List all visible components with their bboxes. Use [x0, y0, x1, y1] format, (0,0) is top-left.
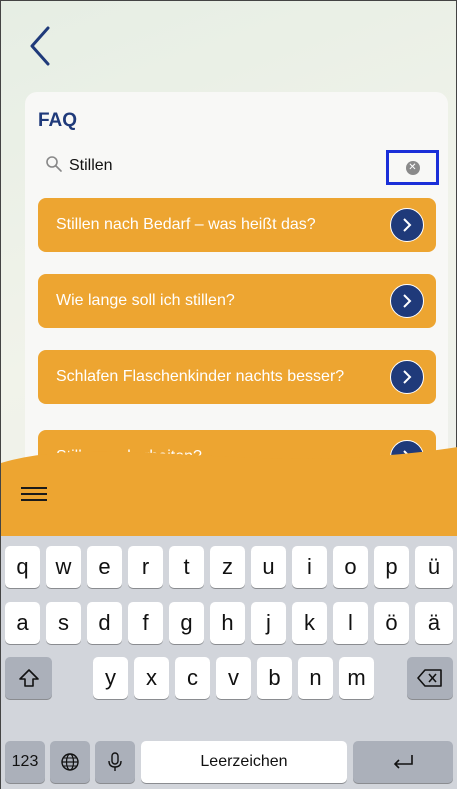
faq-title: FAQ [38, 110, 78, 131]
faq-item[interactable]: Schlafen Flaschenkinder nachts besser? [38, 350, 436, 404]
key-c[interactable]: c [175, 657, 210, 699]
faq-item-label: Schlafen Flaschenkinder nachts besser? [56, 368, 345, 385]
backspace-key[interactable] [407, 657, 453, 699]
key-w[interactable]: w [46, 546, 81, 588]
hamburger-menu-icon [21, 487, 47, 489]
faq-item[interactable]: Stillen nach Bedarf – was heißt das? [38, 198, 436, 252]
menu-button[interactable] [21, 483, 47, 503]
key-h[interactable]: h [210, 602, 245, 644]
key-ue[interactable]: ü [415, 546, 453, 588]
search-icon [46, 156, 62, 172]
globe-key[interactable] [50, 741, 90, 783]
key-s[interactable]: s [46, 602, 81, 644]
key-n[interactable]: n [298, 657, 333, 699]
bottom-wave-bar [1, 447, 457, 541]
return-icon [393, 755, 413, 769]
clear-search-button[interactable]: ✕ [386, 150, 439, 185]
chevron-right-icon [390, 284, 424, 318]
key-p[interactable]: p [374, 546, 409, 588]
key-z[interactable]: z [210, 546, 245, 588]
key-k[interactable]: k [292, 602, 327, 644]
key-q[interactable]: q [5, 546, 40, 588]
key-u[interactable]: u [251, 546, 286, 588]
microphone-icon [108, 752, 122, 771]
key-ae[interactable]: ä [415, 602, 453, 644]
key-oe[interactable]: ö [374, 602, 409, 644]
key-r[interactable]: r [128, 546, 163, 588]
search-bar: ✕ [25, 150, 448, 185]
key-f[interactable]: f [128, 602, 163, 644]
clear-icon: ✕ [405, 160, 420, 175]
numbers-key[interactable]: 123 [5, 741, 45, 783]
globe-icon [61, 753, 79, 771]
key-o[interactable]: o [333, 546, 368, 588]
key-v[interactable]: v [216, 657, 251, 699]
key-e[interactable]: e [87, 546, 122, 588]
shift-icon [18, 669, 39, 687]
microphone-key[interactable] [95, 741, 135, 783]
chevron-right-icon [390, 208, 424, 242]
key-t[interactable]: t [169, 546, 204, 588]
space-key[interactable]: Leerzeichen [141, 741, 347, 783]
chevron-right-icon [390, 360, 424, 394]
key-g[interactable]: g [169, 602, 204, 644]
faq-item-label: Wie lange soll ich stillen? [56, 292, 235, 309]
on-screen-keyboard: q w e r t z u i o p ü a s d f g h j k l … [1, 536, 457, 789]
key-m[interactable]: m [339, 657, 374, 699]
faq-item[interactable]: Wie lange soll ich stillen? [38, 274, 436, 328]
backspace-icon [417, 669, 442, 687]
key-b[interactable]: b [257, 657, 292, 699]
faq-item-label: Stillen nach Bedarf – was heißt das? [56, 216, 316, 233]
key-y[interactable]: y [93, 657, 128, 699]
return-key[interactable] [353, 741, 453, 783]
shift-key[interactable] [5, 657, 52, 699]
search-input[interactable] [69, 153, 379, 179]
chevron-left-icon [30, 26, 50, 66]
key-d[interactable]: d [87, 602, 122, 644]
hamburger-line [21, 493, 47, 495]
key-a[interactable]: a [5, 602, 40, 644]
key-x[interactable]: x [134, 657, 169, 699]
key-j[interactable]: j [251, 602, 286, 644]
hamburger-line [21, 499, 47, 501]
key-l[interactable]: l [333, 602, 368, 644]
key-i[interactable]: i [292, 546, 327, 588]
back-button[interactable] [23, 23, 57, 69]
